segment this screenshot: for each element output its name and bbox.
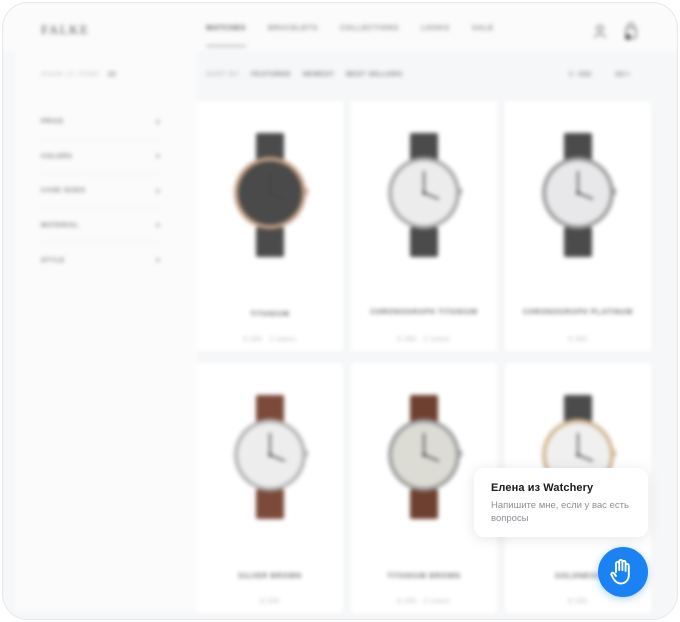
plus-icon: + [155, 116, 161, 127]
filter-label: COLORS [41, 152, 73, 160]
watch-image [388, 395, 462, 519]
product-price: € 200 · 2 colors [243, 336, 297, 343]
product-price: € 200 · 2 colors [397, 598, 451, 605]
show-items-row: SHOW 12 ITEMS 12 [41, 71, 116, 78]
product-name[interactable]: TITANIUM [197, 309, 343, 320]
plus-icon: + [155, 185, 161, 196]
site-header: FALKE WATCHES BRACELETS COLLECTIONS LOOK… [3, 3, 677, 51]
product-price: € 250 · 2 colors [397, 336, 451, 343]
product-name[interactable]: TITANIUM BROWN [351, 571, 497, 582]
filter-case-sizes[interactable]: CASE SIZES + [41, 174, 161, 209]
product-card[interactable]: SILVER BROWN € 200 [197, 363, 343, 613]
filter-list: PRICE + COLORS + CASE SIZES + MATERIAL + STY… [41, 105, 161, 278]
product-card[interactable]: CHRONOGRAPH PLATINUM € 250 [505, 101, 651, 351]
filter-sidebar: SHOW 12 ITEMS 12 PRICE + COLORS + CASE SIZ… [15, 51, 197, 611]
filter-label: STYLE [41, 256, 65, 264]
product-card[interactable]: TITANIUM € 200 · 2 colors [197, 101, 343, 351]
nav-collections[interactable]: COLLECTIONS [340, 25, 399, 32]
plus-icon: + [155, 220, 161, 231]
watch-image [388, 133, 462, 257]
filter-colors[interactable]: COLORS + [41, 140, 161, 174]
filter-label: MATERIAL [41, 221, 79, 229]
chat-message: Напишите мне, если у вас есть вопросы [491, 500, 629, 524]
filter-material[interactable]: MATERIAL + [41, 209, 161, 243]
watch-image [234, 395, 308, 519]
product-price: € 200 [568, 598, 588, 605]
chat-open-button[interactable] [598, 547, 648, 597]
nav-sale[interactable]: SALE [472, 25, 494, 32]
filter-price[interactable]: PRICE + [41, 105, 161, 140]
nav-bracelets[interactable]: BRACELETS [268, 25, 318, 32]
hand-wave-icon [610, 559, 630, 585]
product-name[interactable]: CHRONOGRAPH PLATINUM [505, 307, 651, 318]
product-card[interactable]: CHRONOGRAPH TITANIUM € 250 · 2 colors [351, 101, 497, 351]
chat-agent-name: Елена из Watchery [491, 482, 594, 494]
nav-looks[interactable]: LOOKS [421, 25, 450, 32]
pager-next[interactable]: 1/2 > [615, 71, 630, 78]
plus-icon: + [155, 255, 161, 266]
plus-icon: + [155, 151, 161, 162]
sort-best-sellers[interactable]: BEST SELLERS [346, 71, 402, 78]
pagination: 1 - 1/12 1/2 > [569, 71, 630, 78]
chat-popup[interactable]: Елена из Watchery Напишите мне, если у в… [474, 468, 648, 537]
watch-image [542, 133, 616, 257]
nav-watches[interactable]: WATCHES [206, 25, 247, 47]
sort-featured[interactable]: FEATURED [251, 71, 291, 78]
filter-label: CASE SIZES [41, 187, 86, 195]
site-logo[interactable]: FALKE [41, 22, 89, 38]
watch-image [234, 133, 308, 257]
filter-label: PRICE [41, 118, 64, 126]
main-nav: WATCHES BRACELETS COLLECTIONS LOOKS SALE [206, 25, 494, 47]
product-name[interactable]: SILVER BROWN [197, 571, 343, 582]
show-items-value[interactable]: 12 [108, 71, 116, 78]
user-icon[interactable] [593, 24, 607, 38]
product-price: € 250 [568, 336, 588, 343]
product-name[interactable]: CHRONOGRAPH TITANIUM [351, 307, 497, 318]
app-frame: FALKE WATCHES BRACELETS COLLECTIONS LOOK… [2, 2, 678, 620]
show-items-label: SHOW 12 ITEMS [41, 71, 100, 78]
sort-bar: SORT BY FEATURED NEWEST BEST SELLERS [206, 71, 403, 78]
filter-style[interactable]: STYLE + [41, 243, 161, 278]
bag-icon[interactable] [624, 22, 638, 40]
pager-range: 1 - 1/12 [569, 71, 592, 78]
sort-label: SORT BY [206, 71, 240, 78]
sort-newest[interactable]: NEWEST [303, 71, 334, 78]
product-price: € 200 [260, 598, 280, 605]
